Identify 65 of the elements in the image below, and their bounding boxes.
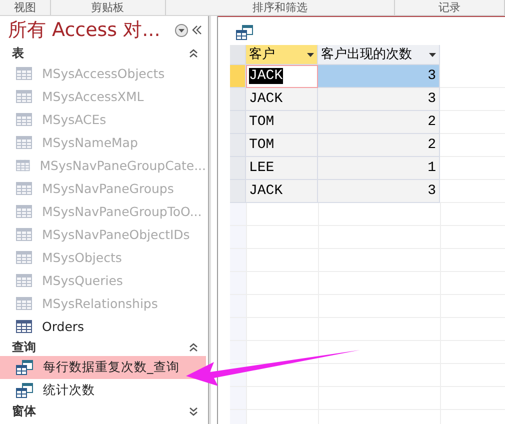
table-cell: TOM	[246, 134, 318, 157]
nav-item[interactable]: 统计次数	[0, 379, 206, 402]
collapse-pane-icon[interactable]	[192, 25, 202, 35]
nav-item[interactable]: MSysAccessXML	[0, 85, 206, 108]
nav-item[interactable]: MSysNavPaneGroupCate...	[0, 154, 206, 177]
sort-dropdown-icon	[307, 52, 314, 56]
table-icon	[16, 274, 32, 287]
table-cell: JACK	[246, 180, 318, 203]
expand-icon[interactable]	[189, 406, 198, 416]
table-icon	[16, 205, 32, 218]
table-cell: JACK	[249, 68, 283, 84]
table-cell: LEE	[246, 157, 318, 180]
collapse-icon[interactable]	[189, 48, 198, 58]
row-selector[interactable]	[230, 134, 246, 157]
table-cell: 2	[318, 134, 440, 157]
ribbon-group-label: 视图	[0, 0, 51, 15]
column-header[interactable]: 客户	[246, 45, 318, 65]
query-icon	[16, 383, 33, 398]
table-icon	[16, 67, 32, 80]
collapse-icon[interactable]	[189, 342, 198, 352]
row-selector[interactable]	[230, 65, 246, 88]
nav-item[interactable]: MSysQueries	[0, 269, 206, 292]
table-icon	[16, 228, 32, 241]
table-cell: 3	[318, 180, 440, 203]
table-icon	[16, 251, 32, 264]
ribbon-group-label: 剪贴板	[50, 0, 166, 15]
nav-item[interactable]: MSysRelationships	[0, 292, 206, 315]
ribbon-group-label: 排序和筛选	[166, 0, 395, 15]
table-cell: 2	[318, 111, 440, 134]
row-selector[interactable]	[230, 157, 246, 180]
table-cell: TOM	[246, 111, 318, 134]
row-selector[interactable]	[230, 111, 246, 134]
column-header[interactable]: 客户出现的次数	[318, 45, 440, 65]
section-header[interactable]: 窗体	[12, 402, 36, 420]
table-cell: JACK	[246, 88, 318, 111]
row-selector[interactable]	[230, 88, 246, 111]
nav-item[interactable]: 每行数据重复次数_查询	[0, 356, 206, 379]
table-icon	[16, 136, 32, 149]
table-cell: 3	[318, 88, 440, 111]
nav-item[interactable]: MSysNavPaneGroupToO...	[0, 200, 206, 223]
nav-item[interactable]: MSysNameMap	[0, 131, 206, 154]
nav-item[interactable]: MSysObjects	[0, 246, 206, 269]
table-icon	[16, 90, 32, 103]
table-icon	[16, 320, 32, 333]
nav-item[interactable]: MSysAccessObjects	[0, 62, 206, 85]
section-header[interactable]: 表	[12, 44, 24, 62]
table-cell: 1	[318, 157, 440, 180]
table-icon	[16, 159, 30, 172]
section-header[interactable]: 查询	[12, 338, 36, 356]
dropdown-icon[interactable]	[175, 24, 188, 36]
row-selector[interactable]	[230, 180, 246, 203]
table-icon	[16, 113, 32, 126]
query-icon	[16, 360, 33, 375]
pane-title: 所有 Access 对...	[8, 18, 162, 43]
table-icon	[16, 297, 32, 310]
ribbon-group-label: 记录	[394, 0, 505, 15]
nav-item[interactable]: MSysNavPaneGroups	[0, 177, 206, 200]
table-cell: 3	[318, 65, 440, 88]
table-icon	[16, 182, 32, 195]
nav-item[interactable]: MSysACEs	[0, 108, 206, 131]
object-icon	[236, 25, 253, 40]
nav-item[interactable]: MSysNavPaneObjectIDs	[0, 223, 206, 246]
sort-dropdown-icon	[429, 52, 436, 56]
nav-item[interactable]: Orders	[0, 315, 206, 338]
select-all-corner[interactable]	[230, 45, 246, 65]
